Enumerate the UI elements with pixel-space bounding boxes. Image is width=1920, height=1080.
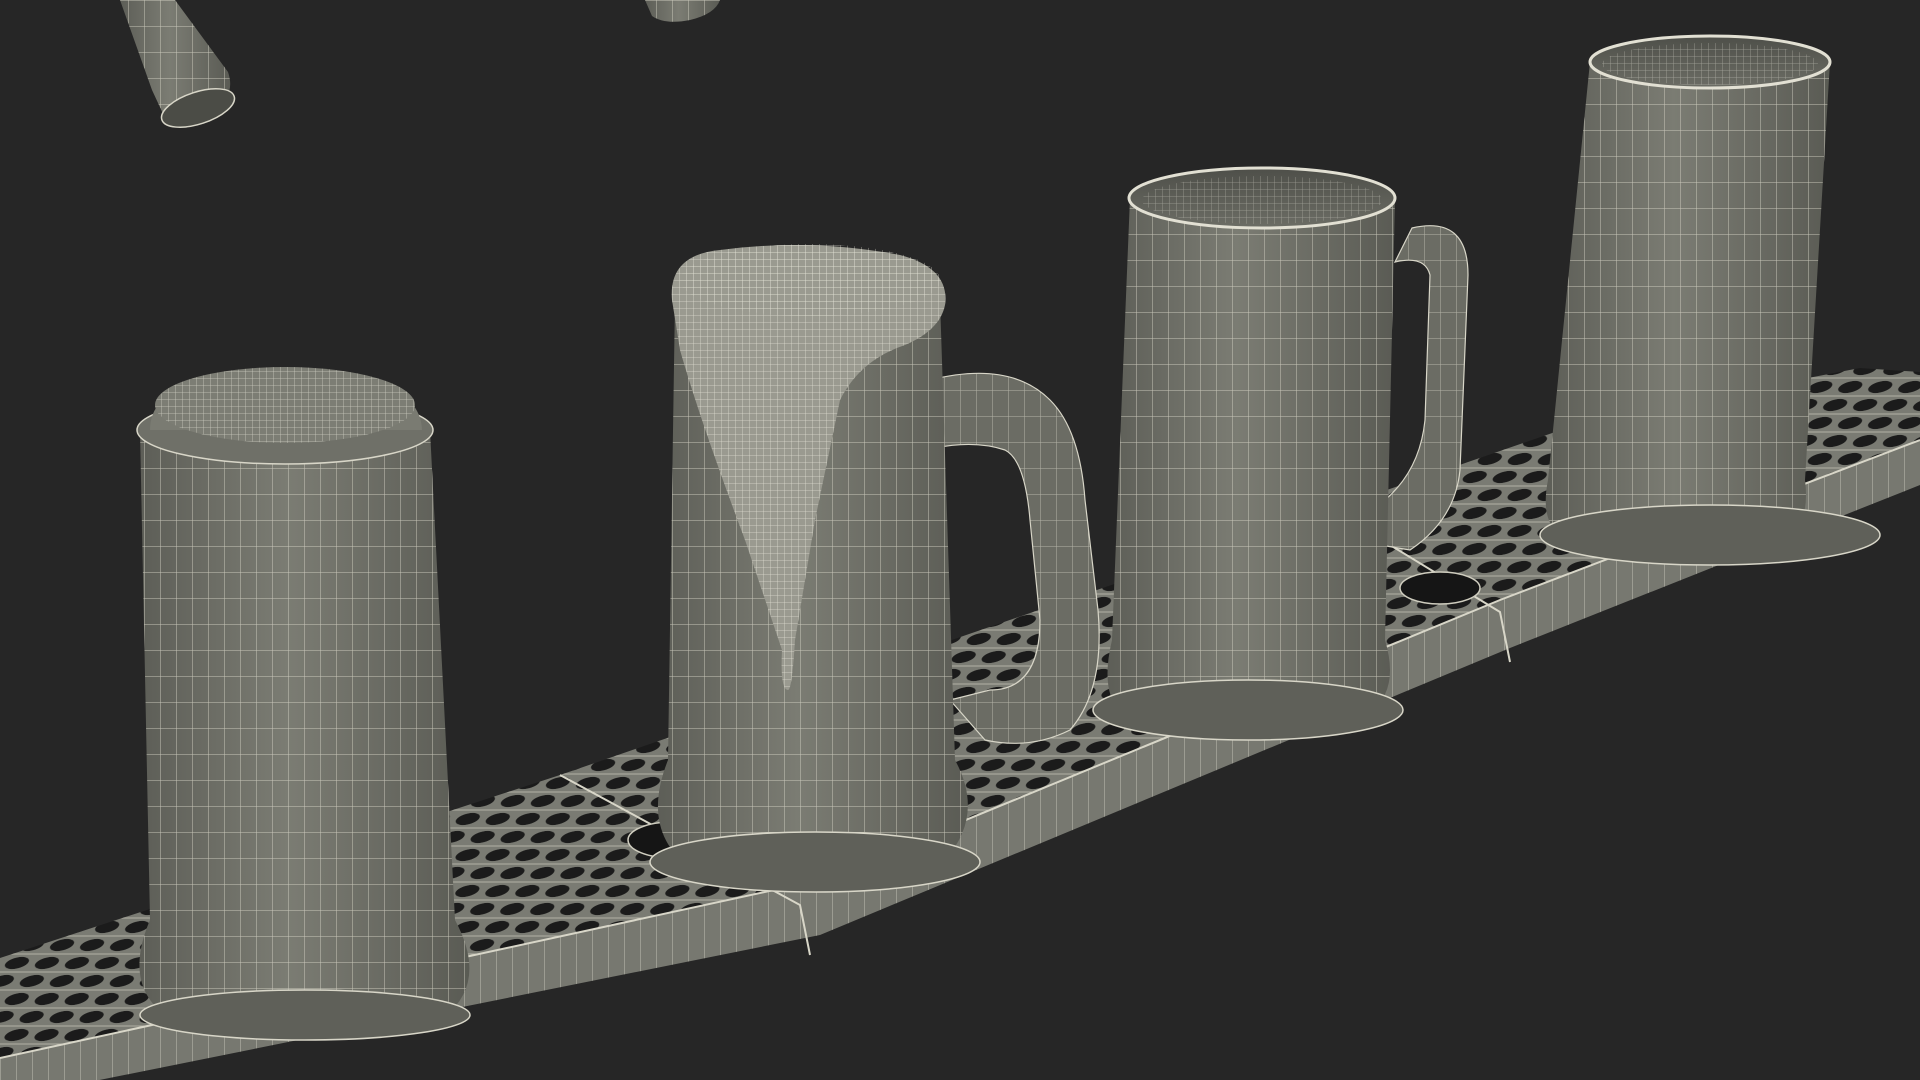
mug-lidded [136,367,471,1041]
wireframe-render-scene [0,0,1920,1080]
